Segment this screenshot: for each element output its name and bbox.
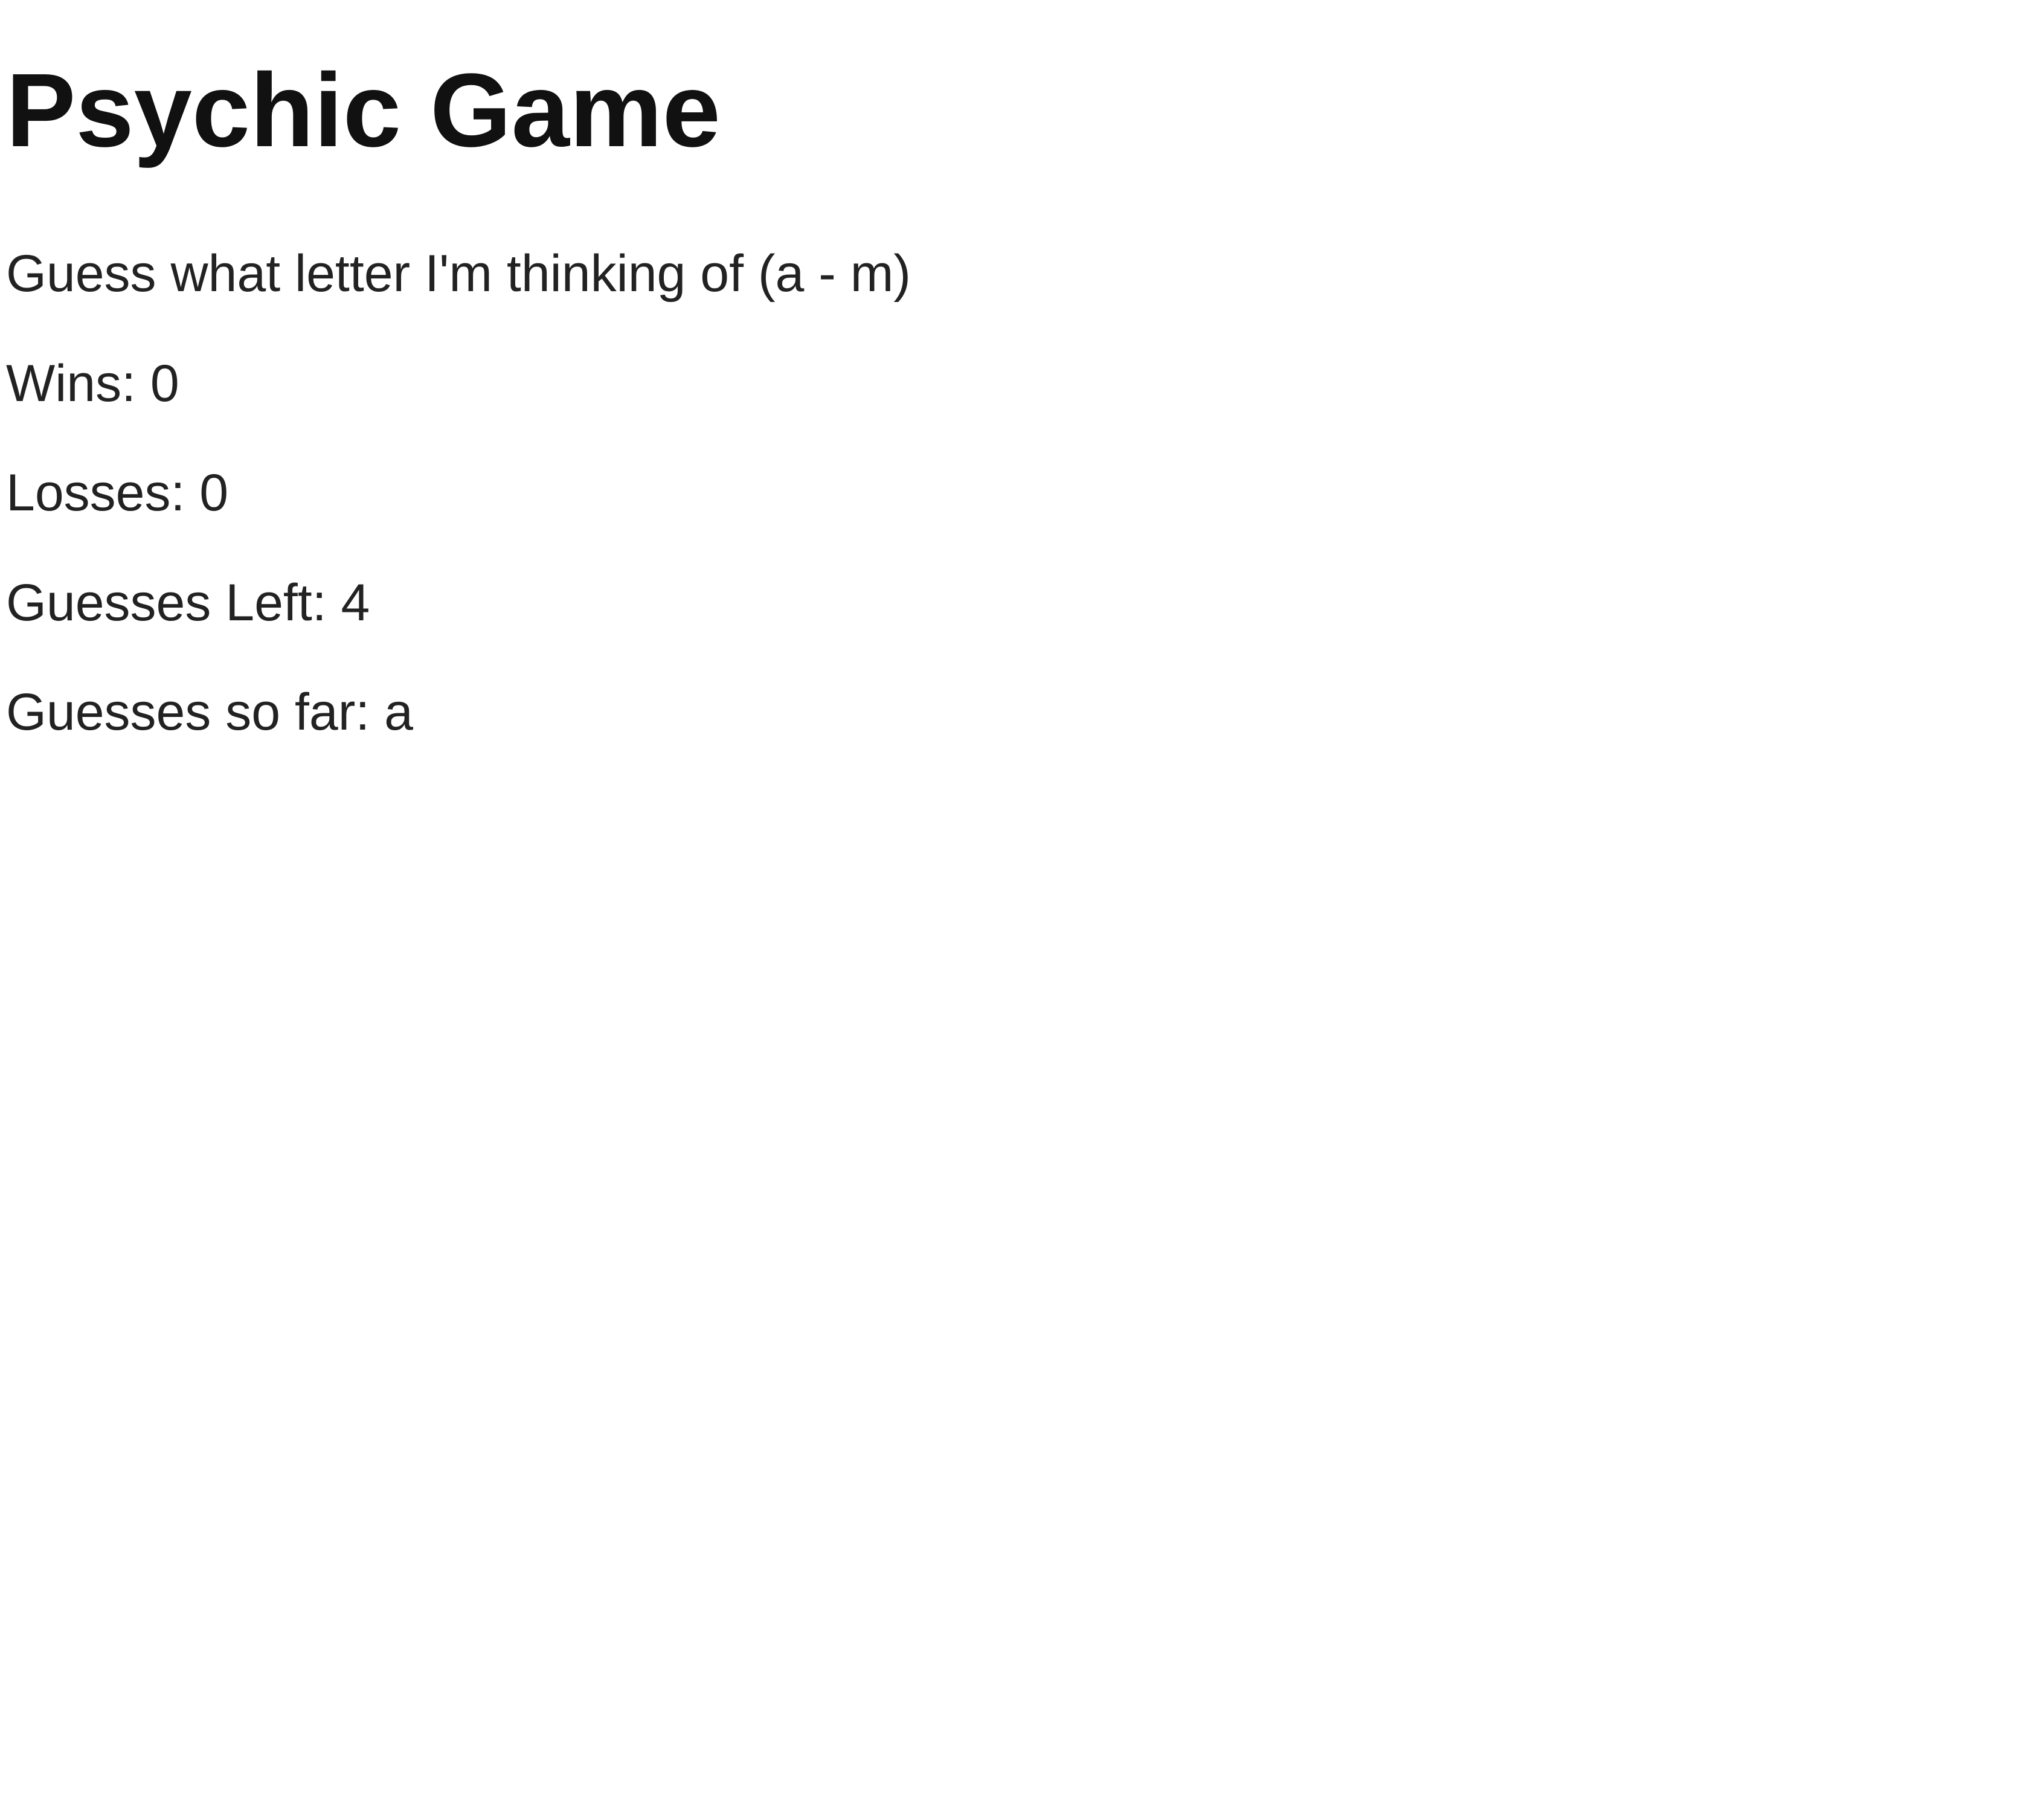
guesses-so-far-text: Guesses so far: a: [6, 683, 413, 741]
guesses-left-counter: Guesses Left: 4: [6, 574, 370, 632]
wins-counter: Wins: 0: [6, 355, 179, 413]
game-page: Psychic Game Guess what letter I'm think…: [0, 0, 2044, 1812]
page-title: Psychic Game: [6, 51, 721, 169]
losses-counter: Losses: 0: [6, 464, 229, 522]
instructions-text: Guess what letter I'm thinking of (a - m…: [6, 245, 911, 303]
